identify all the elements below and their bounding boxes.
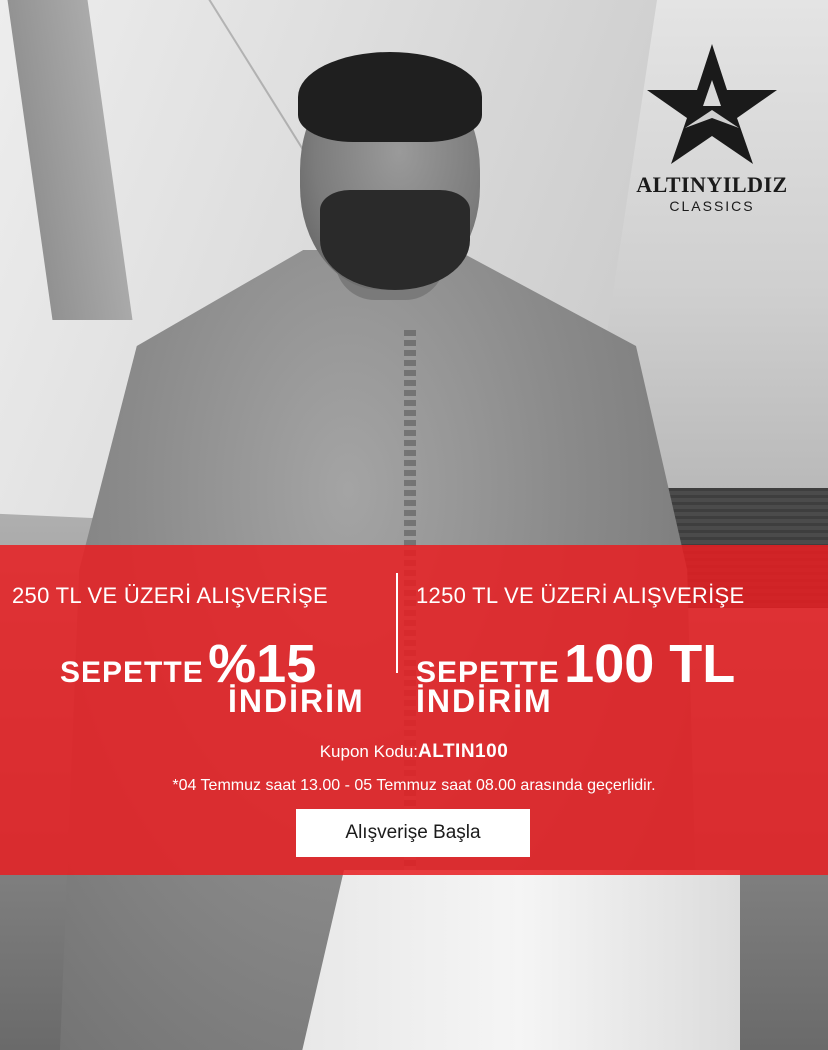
promo-right-amount: 100 TL bbox=[564, 634, 736, 694]
promo-divider bbox=[396, 573, 398, 673]
brand-subtitle: CLASSICS bbox=[669, 198, 755, 214]
brand-name: ALTINYILDIZ bbox=[636, 172, 788, 197]
coupon-line: Kupon Kodu:ALTIN100 bbox=[0, 741, 828, 763]
model-pants bbox=[300, 870, 740, 1050]
promo-left-deal: SEPETTE %15 İNDİRİM bbox=[60, 633, 365, 720]
promo-right-condition: 1250 TL VE ÜZERİ ALIŞVERİŞE bbox=[416, 583, 745, 608]
star-logo-icon bbox=[647, 44, 777, 164]
brand-logo[interactable]: ALTINYILDIZ CLASSICS bbox=[632, 40, 792, 214]
promo-left-condition: 250 TL VE ÜZERİ ALIŞVERİŞE bbox=[12, 583, 328, 608]
start-shopping-button[interactable]: Alışverişe Başla bbox=[296, 809, 530, 857]
promo-left-prefix: SEPETTE bbox=[60, 656, 204, 689]
validity-note: *04 Temmuz saat 13.00 - 05 Temmuz saat 0… bbox=[172, 777, 656, 794]
model-hair bbox=[298, 52, 482, 142]
coupon-label: Kupon Kodu: bbox=[319, 742, 419, 761]
coupon-code: ALTIN100 bbox=[418, 741, 509, 762]
promo-right-deal: SEPETTE 100 TL İNDİRİM bbox=[416, 633, 735, 720]
promo-band: 250 TL VE ÜZERİ ALIŞVERİŞE SEPETTE %15 İ… bbox=[0, 545, 828, 875]
model-beard bbox=[320, 190, 470, 290]
promo-left-suffix: İNDİRİM bbox=[228, 683, 365, 719]
